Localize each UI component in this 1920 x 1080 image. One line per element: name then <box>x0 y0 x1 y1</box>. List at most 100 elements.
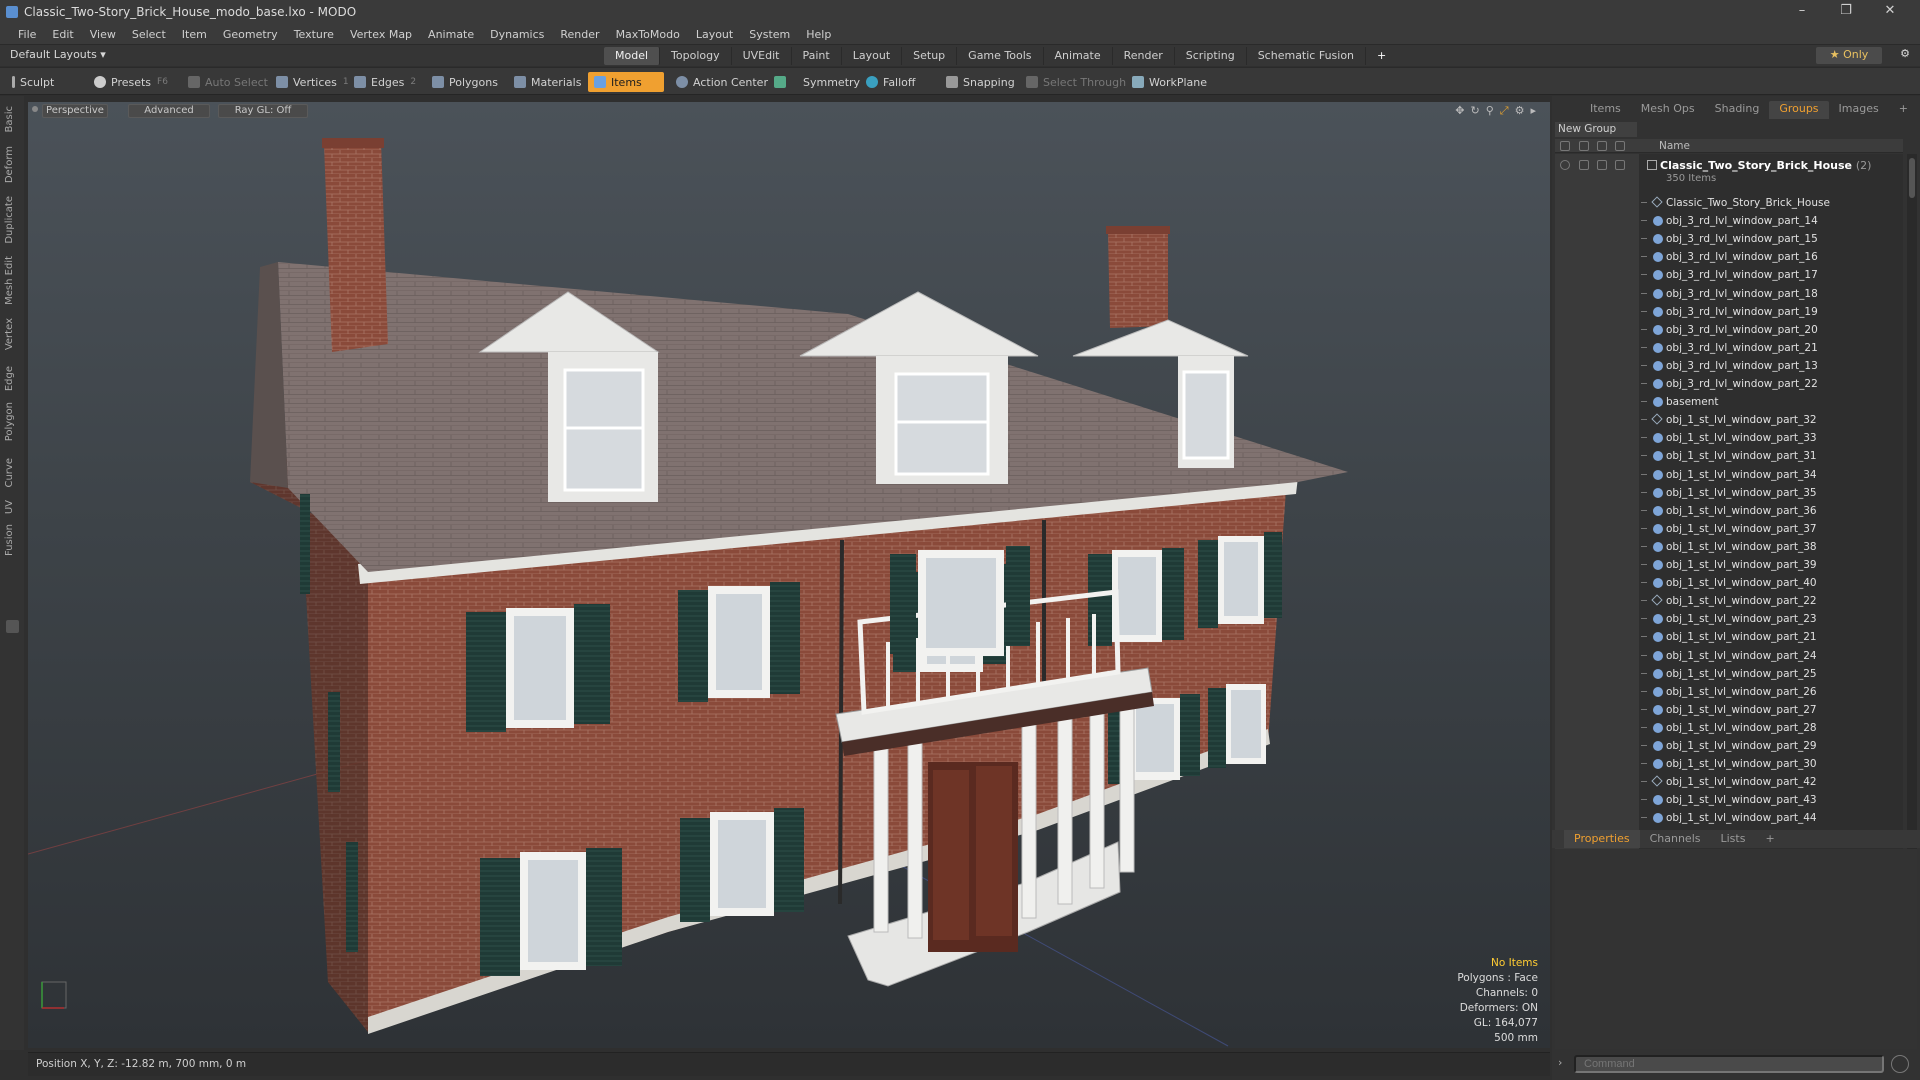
default-layouts-dropdown[interactable]: Default Layouts ▾ <box>10 48 106 61</box>
list-item[interactable]: obj_1_st_lvl_window_part_43 <box>1555 791 1903 809</box>
tab-items[interactable]: Items <box>1580 101 1631 119</box>
list-item[interactable]: obj_3_rd_lvl_window_part_15 <box>1555 230 1903 248</box>
list-item[interactable]: obj_3_rd_lvl_window_part_22 <box>1555 375 1903 393</box>
select-through-button[interactable]: Select Through <box>1020 72 1132 92</box>
tab-basic[interactable]: Basic <box>4 106 15 132</box>
polygons-button[interactable]: Polygons <box>426 72 504 92</box>
tab-edge[interactable]: Edge <box>4 366 15 391</box>
menu-select[interactable]: Select <box>124 28 174 41</box>
tab-images[interactable]: Images <box>1829 101 1889 119</box>
list-item[interactable]: obj_1_st_lvl_window_part_24 <box>1555 647 1903 665</box>
list-item[interactable]: obj_1_st_lvl_window_part_40 <box>1555 574 1903 592</box>
tab-curve[interactable]: Curve <box>4 458 15 488</box>
tab-render[interactable]: Render <box>1113 47 1175 65</box>
list-item[interactable]: obj_1_st_lvl_window_part_31 <box>1555 447 1903 465</box>
tab-polygon[interactable]: Polygon <box>4 402 15 441</box>
render-column-icon[interactable] <box>1579 141 1589 151</box>
select-toggle-icon[interactable] <box>1615 160 1625 170</box>
minimize-button[interactable]: – <box>1780 0 1824 24</box>
list-item[interactable]: obj_1_st_lvl_window_part_28 <box>1555 719 1903 737</box>
tab-setup[interactable]: Setup <box>902 47 958 65</box>
tab-scripting[interactable]: Scripting <box>1175 47 1247 65</box>
visibility-column-icon[interactable] <box>1560 141 1570 151</box>
workplane-button[interactable]: WorkPlane <box>1126 72 1213 92</box>
list-item[interactable]: obj_1_st_lvl_window_part_37 <box>1555 520 1903 538</box>
panel-toggle-icon[interactable] <box>6 620 19 633</box>
list-item[interactable]: obj_1_st_lvl_window_part_30 <box>1555 755 1903 773</box>
list-item[interactable]: obj_3_rd_lvl_window_part_14 <box>1555 212 1903 230</box>
add-tab-icon[interactable]: + <box>1366 47 1397 65</box>
tab-lists[interactable]: Lists <box>1711 830 1756 848</box>
symmetry-button[interactable]: Symmetry <box>768 72 866 92</box>
group-item-list[interactable]: Classic_Two_Story_Brick_House (2) 350 It… <box>1555 154 1903 921</box>
tab-shading[interactable]: Shading <box>1705 101 1770 119</box>
tab-fusion[interactable]: Fusion <box>4 524 15 556</box>
list-item[interactable]: obj_1_st_lvl_window_part_44 <box>1555 809 1903 827</box>
list-item[interactable]: obj_1_st_lvl_window_part_21 <box>1555 628 1903 646</box>
new-group-button[interactable]: New Group <box>1555 122 1637 137</box>
scrollbar-thumb[interactable] <box>1909 158 1915 198</box>
lock-column-icon[interactable] <box>1597 141 1607 151</box>
list-scrollbar[interactable] <box>1907 154 1917 921</box>
edges-button[interactable]: Edges 2 <box>348 72 422 92</box>
tab-game-tools[interactable]: Game Tools <box>957 47 1044 65</box>
tab-vertex[interactable]: Vertex <box>4 318 15 350</box>
list-item[interactable]: obj_1_st_lvl_window_part_39 <box>1555 556 1903 574</box>
menu-animate[interactable]: Animate <box>420 28 482 41</box>
menu-dynamics[interactable]: Dynamics <box>482 28 552 41</box>
menu-texture[interactable]: Texture <box>286 28 342 41</box>
falloff-button[interactable]: Falloff <box>860 72 921 92</box>
list-item[interactable]: obj_1_st_lvl_window_part_26 <box>1555 683 1903 701</box>
snapping-button[interactable]: Snapping <box>940 72 1021 92</box>
list-item[interactable]: obj_3_rd_lvl_window_part_17 <box>1555 266 1903 284</box>
add-panel-tab[interactable]: + <box>1889 101 1918 119</box>
tab-model[interactable]: Model <box>604 47 661 65</box>
tab-mesh-ops[interactable]: Mesh Ops <box>1631 101 1705 119</box>
tab-uv[interactable]: UV <box>4 500 15 514</box>
select-column-icon[interactable] <box>1615 141 1625 151</box>
tab-channels[interactable]: Channels <box>1640 830 1711 848</box>
maximize-button[interactable]: ❐ <box>1824 0 1868 24</box>
add-properties-tab[interactable]: + <box>1755 830 1784 848</box>
name-column-header[interactable]: Name <box>1659 140 1690 152</box>
menu-file[interactable]: File <box>10 28 44 41</box>
tab-schematic-fusion[interactable]: Schematic Fusion <box>1247 47 1367 65</box>
list-item[interactable]: obj_1_st_lvl_window_part_32 <box>1555 411 1903 429</box>
list-item[interactable]: obj_3_rd_lvl_window_part_21 <box>1555 339 1903 357</box>
3d-viewport[interactable]: Perspective Advanced Ray GL: Off ✥ ↻ ⚲ ⤢… <box>28 102 1550 1048</box>
list-item[interactable]: obj_3_rd_lvl_window_part_18 <box>1555 285 1903 303</box>
list-item[interactable]: obj_1_st_lvl_window_part_38 <box>1555 538 1903 556</box>
menu-vertex-map[interactable]: Vertex Map <box>342 28 420 41</box>
tab-layout[interactable]: Layout <box>842 47 903 65</box>
tab-uvedit[interactable]: UVEdit <box>732 47 792 65</box>
list-item[interactable]: obj_1_st_lvl_window_part_23 <box>1555 610 1903 628</box>
action-center-button[interactable]: Action Center <box>670 72 774 92</box>
tab-properties[interactable]: Properties <box>1564 830 1640 848</box>
vertices-button[interactable]: Vertices 1 <box>270 72 355 92</box>
menu-layout[interactable]: Layout <box>688 28 741 41</box>
command-history-icon[interactable] <box>1891 1055 1909 1073</box>
list-item[interactable]: obj_3_rd_lvl_window_part_13 <box>1555 357 1903 375</box>
lock-toggle-icon[interactable] <box>1597 160 1607 170</box>
tab-mesh-edit[interactable]: Mesh Edit <box>4 256 15 305</box>
presets-button[interactable]: Presets F6 <box>88 72 174 92</box>
list-item[interactable]: obj_1_st_lvl_window_part_27 <box>1555 701 1903 719</box>
menu-view[interactable]: View <box>82 28 124 41</box>
list-item[interactable]: obj_1_st_lvl_window_part_35 <box>1555 484 1903 502</box>
render-toggle-icon[interactable] <box>1579 160 1589 170</box>
menu-system[interactable]: System <box>741 28 798 41</box>
menu-item[interactable]: Item <box>174 28 215 41</box>
menu-geometry[interactable]: Geometry <box>215 28 286 41</box>
tab-paint[interactable]: Paint <box>792 47 842 65</box>
list-item[interactable]: obj_1_st_lvl_window_part_29 <box>1555 737 1903 755</box>
menu-maxtomodo[interactable]: MaxToModo <box>608 28 688 41</box>
list-item[interactable]: obj_3_rd_lvl_window_part_19 <box>1555 303 1903 321</box>
auto-select-button[interactable]: Auto Select <box>182 72 274 92</box>
list-item[interactable]: obj_1_st_lvl_window_part_33 <box>1555 429 1903 447</box>
command-input[interactable] <box>1574 1055 1884 1073</box>
tab-groups[interactable]: Groups <box>1769 101 1829 119</box>
gear-icon[interactable]: ⚙ <box>1900 47 1910 60</box>
list-item[interactable]: Classic_Two_Story_Brick_House <box>1555 194 1903 212</box>
list-item[interactable]: obj_1_st_lvl_window_part_42 <box>1555 773 1903 791</box>
list-item[interactable]: obj_1_st_lvl_window_part_34 <box>1555 466 1903 484</box>
